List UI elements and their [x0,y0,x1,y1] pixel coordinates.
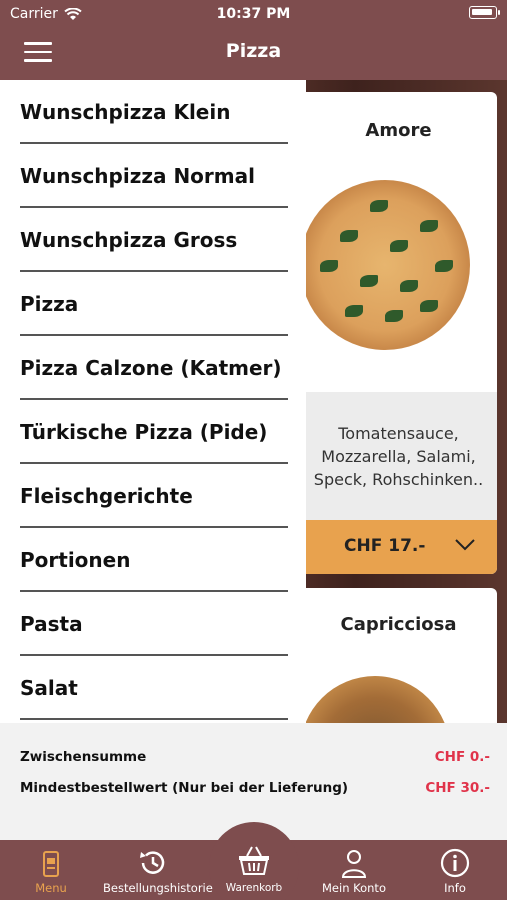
drawer-item-label: Pasta [20,612,83,636]
tab-label: Bestellungshistorie [103,881,213,895]
page-title: Pizza [225,40,282,62]
drawer-item-label: Türkische Pizza (Pide) [20,420,268,444]
product-description: Tomatensauce, Mozzarella, Salami, Speck,… [300,392,497,520]
user-icon [341,850,367,878]
drawer-item[interactable]: Wunschpizza Gross [20,208,288,272]
description-line: Tomatensauce, [338,424,459,443]
minimum-order-value: CHF 30.- [425,780,490,796]
clock: 10:37 PM [216,6,291,22]
subtotal-label: Zwischensumme [20,749,147,765]
product-price: CHF 17.- [344,536,426,556]
product-card[interactable]: Amore Tomatensauce, Mozzarella, Salami, … [300,92,497,574]
drawer-item[interactable]: Türkische Pizza (Pide) [20,400,288,464]
description-line: Speck, Rohschinken.. [313,470,484,489]
product-card[interactable]: Capricciosa [300,588,497,738]
product-image [300,180,470,350]
drawer-item-label: Wunschpizza Normal [20,164,255,188]
drawer-item[interactable]: Pizza [20,272,288,336]
history-icon [140,851,165,874]
drawer-item-label: Salat [20,676,78,700]
drawer-item[interactable]: Portionen [20,528,288,592]
tab-info[interactable]: Info [425,840,485,900]
drawer-item-label: Wunschpizza Klein [20,100,231,124]
menu-card-icon [43,851,59,877]
product-name: Capricciosa [340,614,457,635]
drawer-item-label: Fleischgerichte [20,484,193,508]
side-drawer: Wunschpizza Klein Wunschpizza Normal Wun… [0,80,306,723]
drawer-item-label: Pizza [20,292,79,316]
drawer-item[interactable]: Salat [20,656,288,720]
tab-label: Warenkorb [225,882,283,894]
tab-label: Mein Konto [322,881,386,895]
price-button[interactable]: CHF 17.- [300,520,497,574]
description-line: Mozzarella, Salami, [321,447,476,466]
drawer-item[interactable]: Wunschpizza Normal [20,144,288,208]
drawer-item[interactable]: Pizza Calzone (Katmer) [20,336,288,400]
status-bar: Carrier 10:37 PM [0,0,507,28]
drawer-item[interactable]: Wunschpizza Klein [20,80,288,144]
tab-history[interactable]: Bestellungshistorie [103,840,213,900]
tab-account[interactable]: Mein Konto [318,840,390,900]
subtotal-value: CHF 0.- [434,749,490,765]
product-name: Amore [365,120,432,141]
drawer-item-label: Pizza Calzone (Katmer) [20,356,282,380]
info-icon [440,848,470,878]
drawer-item[interactable]: Fleischgerichte [20,464,288,528]
drawer-item[interactable]: Pasta [20,592,288,656]
drawer-item-label: Portionen [20,548,131,572]
basket-icon [239,846,269,875]
minimum-order-label: Mindestbestellwert (Nur bei der Lieferun… [20,780,349,796]
drawer-item-label: Wunschpizza Gross [20,228,238,252]
battery-icon [469,6,500,19]
top-bar: Carrier 10:37 PM Pizza [0,0,507,80]
tab-label: Menu [35,881,67,895]
tab-menu[interactable]: Menu [18,840,84,900]
chevron-down-icon [455,539,475,551]
tab-label: Info [444,881,466,895]
